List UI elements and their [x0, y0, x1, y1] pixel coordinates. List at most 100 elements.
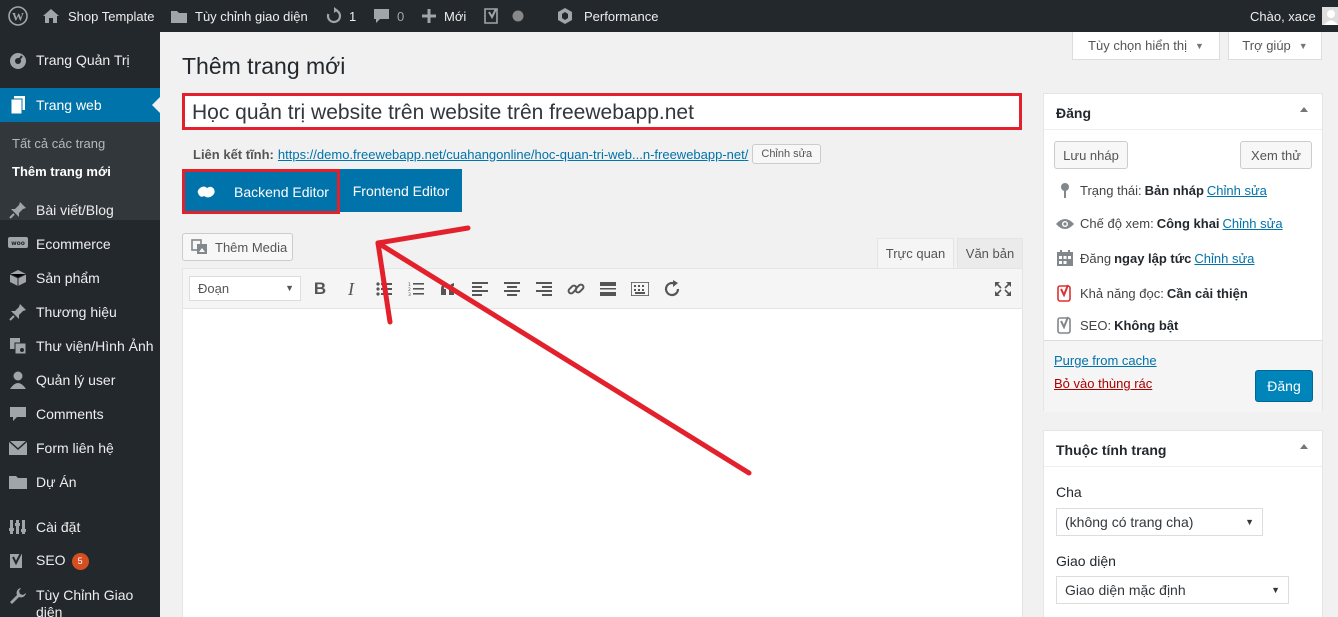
page-attributes-header[interactable]: Thuộc tính trang — [1044, 431, 1322, 467]
italic-button[interactable]: I — [339, 278, 363, 300]
sidebar-item-media[interactable]: Thư viện/Hình Ảnh — [0, 329, 160, 363]
pin-icon — [8, 303, 28, 321]
edit-schedule-link[interactable]: Chỉnh sửa — [1194, 251, 1254, 266]
help-button[interactable]: Trợ giúp ▼ — [1228, 32, 1322, 60]
publish-box: Đăng Lưu nháp Xem thử Trạng thái: Bản nhá… — [1043, 93, 1323, 412]
format-select[interactable]: Đoạn ▼ — [189, 276, 301, 301]
plus-icon — [422, 9, 436, 23]
user-icon — [8, 371, 28, 389]
screen-options-button[interactable]: Tùy chọn hiển thị ▼ — [1072, 32, 1220, 60]
wordpress-logo-icon[interactable]: W — [8, 0, 28, 32]
seo-row: SEO: Không bật — [1056, 316, 1181, 334]
readability-row: Khả năng đọc: Cần cải thiện — [1056, 284, 1251, 302]
sidebar-item-brands[interactable]: Thương hiệu — [0, 295, 160, 329]
sidebar-item-projects[interactable]: Dự Án — [0, 465, 160, 499]
yoast-seo-link[interactable] — [484, 0, 524, 32]
caret-down-icon: ▼ — [1298, 40, 1308, 51]
sidebar-item-users[interactable]: Quản lý user — [0, 363, 160, 397]
edit-status-link[interactable]: Chỉnh sửa — [1207, 183, 1267, 198]
align-right-button[interactable] — [532, 278, 556, 300]
template-select[interactable]: Giao diện mặc định ▼ — [1056, 576, 1289, 604]
sidebar-item-products[interactable]: Sản phẩm — [0, 261, 160, 295]
eye-icon — [1056, 218, 1074, 230]
svg-text:woo: woo — [11, 240, 25, 247]
permalink-link[interactable]: https://demo.freewebapp.net/cuahangonlin… — [278, 147, 748, 162]
read-more-button[interactable] — [596, 278, 620, 300]
numbered-list-button[interactable]: 123 — [404, 278, 428, 300]
move-to-trash-link[interactable]: Bỏ vào thùng rác — [1054, 376, 1152, 391]
settings-icon — [8, 518, 28, 536]
my-account-link[interactable]: Chào, xace — [1250, 0, 1338, 32]
preview-button[interactable]: Xem thử — [1240, 141, 1312, 169]
blockquote-button[interactable] — [436, 278, 460, 300]
italic-icon: I — [348, 278, 354, 299]
sidebar-item-ecommerce[interactable]: woo Ecommerce — [0, 227, 160, 261]
insert-link-button[interactable] — [564, 278, 588, 300]
bold-icon: B — [313, 279, 327, 298]
sidebar-item-pages[interactable]: Trang web — [0, 88, 160, 122]
media-icon — [191, 239, 207, 254]
tab-text[interactable]: Văn bản — [957, 238, 1023, 268]
refresh-icon — [326, 7, 342, 24]
bullet-list-button[interactable] — [372, 278, 396, 300]
performance-link[interactable]: Performance — [556, 0, 658, 32]
avatar — [1321, 7, 1338, 25]
edit-visibility-link[interactable]: Chỉnh sửa — [1223, 216, 1283, 231]
pages-icon — [8, 96, 28, 114]
updates-link[interactable]: 1 — [325, 0, 356, 32]
fullscreen-icon — [995, 282, 1011, 296]
comment-icon — [374, 9, 389, 23]
pin-icon — [8, 201, 28, 219]
quote-icon — [441, 283, 454, 295]
wrench-icon — [8, 587, 28, 605]
customize-link[interactable]: Tùy chỉnh giao diện — [170, 0, 308, 32]
page-attributes-title: Thuộc tính trang — [1056, 442, 1167, 458]
comments-link[interactable]: 0 — [373, 0, 404, 32]
sidebar-item-settings[interactable]: Cài đặt — [0, 510, 160, 544]
svg-text:W: W — [12, 10, 24, 24]
align-center-button[interactable] — [500, 278, 524, 300]
fullscreen-button[interactable] — [991, 278, 1015, 300]
content-editor[interactable]: Đoạn ▼ B I 123 — [182, 268, 1023, 617]
publish-box-header[interactable]: Đăng — [1044, 94, 1322, 130]
parent-select[interactable]: (không có trang cha) ▼ — [1056, 508, 1263, 536]
frontend-editor-button[interactable]: Frontend Editor — [340, 169, 462, 212]
read-more-icon — [600, 282, 616, 296]
numbered-list-icon: 123 — [408, 282, 424, 296]
submenu-add-new-page[interactable]: Thêm trang mới — [12, 164, 111, 179]
align-left-button[interactable] — [468, 278, 492, 300]
bold-button[interactable]: B — [308, 278, 332, 300]
media-icon — [8, 337, 28, 355]
permalink-label: Liên kết tĩnh: — [193, 146, 274, 162]
add-media-button[interactable]: Thêm Media — [182, 233, 293, 261]
title-input[interactable]: Học quản trị website trên website trên f… — [182, 93, 1022, 130]
permalink-edit-button[interactable]: Chỉnh sửa — [752, 144, 822, 164]
sidebar-item-posts[interactable]: Bài viết/Blog — [0, 193, 160, 227]
visibility-row: Chế độ xem: Công khai Chỉnh sửa — [1056, 216, 1283, 231]
caret-down-icon: ▼ — [285, 283, 294, 293]
page-title: Thêm trang mới — [182, 53, 346, 79]
purge-cache-link[interactable]: Purge from cache — [1054, 353, 1157, 368]
tab-visual[interactable]: Trực quan — [877, 238, 954, 268]
sidebar-item-contact-form[interactable]: Form liên hệ — [0, 431, 160, 465]
collapse-up-icon[interactable] — [1300, 107, 1308, 112]
status-row: Trạng thái: Bản nháp Chỉnh sửa — [1056, 182, 1267, 198]
sidebar-item-seo[interactable]: SEO 5 — [0, 544, 160, 578]
site-name-link[interactable]: Shop Template — [42, 0, 155, 32]
toolbar-toggle-button[interactable] — [628, 278, 652, 300]
sidebar-item-dashboard[interactable]: Trang Quản Trị — [0, 43, 160, 77]
status-dot-icon — [512, 10, 524, 22]
keyboard-icon — [631, 282, 649, 296]
template-label: Giao diện — [1056, 553, 1116, 569]
permalink-row: Liên kết tĩnh: https://demo.freewebapp.n… — [193, 144, 822, 164]
backend-editor-button[interactable]: Backend Editor — [182, 169, 340, 214]
sidebar-item-comments[interactable]: Comments — [0, 397, 160, 431]
comment-icon — [8, 405, 28, 423]
refresh-button[interactable] — [660, 278, 684, 300]
collapse-up-icon[interactable] — [1300, 444, 1308, 449]
save-draft-button[interactable]: Lưu nháp — [1054, 141, 1128, 169]
submenu-all-pages[interactable]: Tất cả các trang — [12, 136, 105, 151]
new-content-link[interactable]: Mới — [422, 0, 466, 32]
sidebar-item-customize[interactable]: Tùy Chỉnh Giao diện — [0, 579, 160, 617]
publish-button[interactable]: Đăng — [1255, 370, 1313, 402]
